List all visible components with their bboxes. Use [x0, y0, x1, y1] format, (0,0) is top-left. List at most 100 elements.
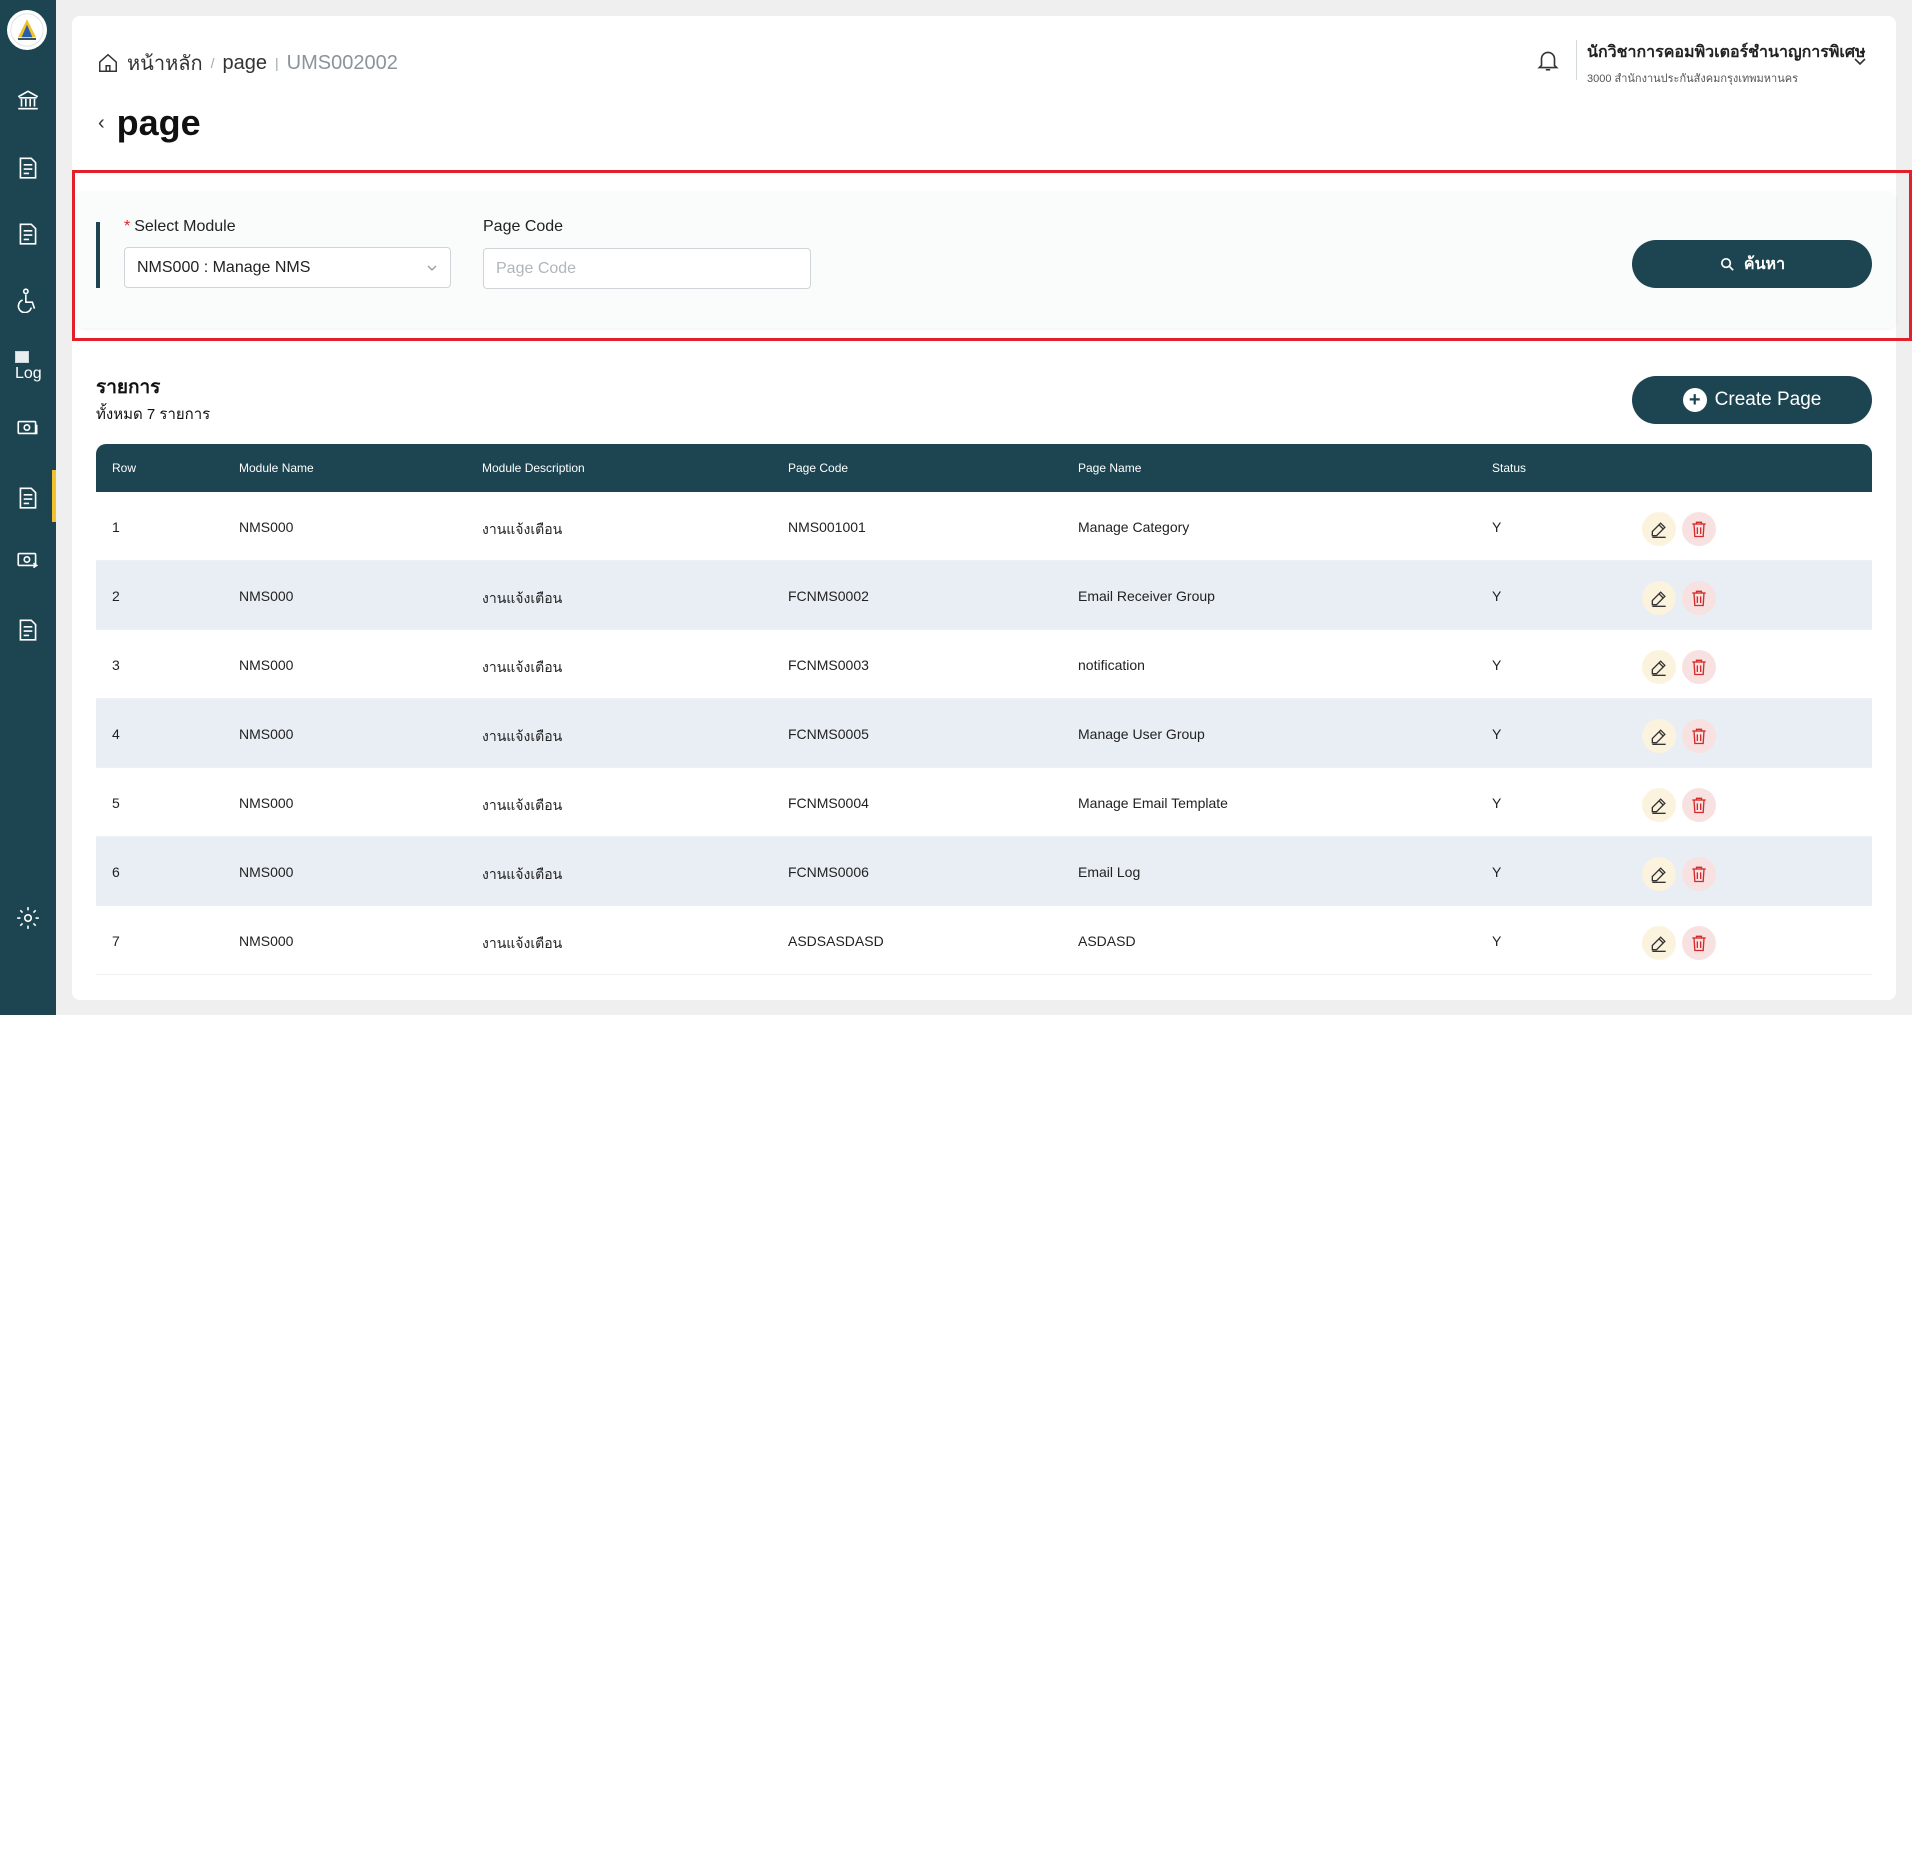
cell-page-code: NMS001001: [788, 519, 866, 535]
delete-button[interactable]: [1682, 857, 1716, 891]
cell-status: Y: [1492, 726, 1502, 742]
cell-module-description: งานแจ้งเตือน: [482, 728, 563, 744]
logo-icon[interactable]: [7, 10, 47, 50]
cell-page-name: Manage Email Template: [1078, 795, 1228, 811]
header-page-code: Page Code: [788, 461, 849, 475]
cell-row: 7: [112, 933, 120, 949]
cell-page-code: ASDSASDASD: [788, 933, 884, 949]
document-icon[interactable]: [14, 616, 42, 644]
header-row: Row: [112, 461, 137, 475]
cell-status: Y: [1492, 588, 1502, 604]
sidebar: Log: [0, 0, 56, 1015]
cell-row: 2: [112, 588, 120, 604]
delete-button[interactable]: [1682, 788, 1716, 822]
header-status: Status: [1492, 461, 1527, 475]
cell-page-name: Email Receiver Group: [1078, 588, 1215, 604]
cell-module-name: NMS000: [239, 726, 294, 742]
table-row: 2 NMS000 งานแจ้งเตือน FCNMS0002 Email Re…: [96, 561, 1872, 630]
edit-button[interactable]: [1642, 581, 1676, 615]
money-return-icon[interactable]: [14, 546, 42, 574]
breadcrumb-section[interactable]: page: [223, 52, 268, 75]
bank-icon[interactable]: [14, 86, 42, 114]
delete-button[interactable]: [1682, 650, 1716, 684]
table-row: 1 NMS000 งานแจ้งเตือน NMS001001 Manage C…: [96, 492, 1872, 561]
cell-module-description: งานแจ้งเตือน: [482, 797, 563, 813]
cell-module-name: NMS000: [239, 795, 294, 811]
edit-button[interactable]: [1642, 512, 1676, 546]
cell-page-code: FCNMS0004: [788, 795, 869, 811]
cell-page-code: FCNMS0003: [788, 657, 869, 673]
edit-button[interactable]: [1642, 650, 1676, 684]
page-header: ‹ page: [98, 102, 201, 144]
cell-module-name: NMS000: [239, 864, 294, 880]
highlight-box: [72, 170, 1912, 341]
pages-table: Row Module Name Module Description Page …: [96, 444, 1872, 975]
cell-page-code: FCNMS0002: [788, 588, 869, 604]
home-icon[interactable]: [97, 52, 119, 74]
broken-image: Log: [15, 351, 43, 389]
back-icon[interactable]: ‹: [98, 112, 105, 135]
cell-page-name: notification: [1078, 657, 1145, 673]
cell-status: Y: [1492, 657, 1502, 673]
edit-button[interactable]: [1642, 788, 1676, 822]
cell-page-name: Email Log: [1078, 864, 1141, 880]
cell-module-description: งานแจ้งเตือน: [482, 866, 563, 882]
cell-status: Y: [1492, 519, 1502, 535]
cell-page-name: Manage User Group: [1078, 726, 1205, 742]
bell-icon[interactable]: [1535, 47, 1561, 73]
breadcrumb-home[interactable]: หน้าหลัก: [127, 47, 203, 79]
table-header: Row Module Name Module Description Page …: [96, 444, 1872, 492]
cell-module-name: NMS000: [239, 519, 294, 535]
list-title: รายการ: [96, 377, 161, 398]
user-name: นักวิชาการคอมพิวเตอร์ชำนาญการพิเศษ: [1587, 44, 1866, 61]
table-row: 7 NMS000 งานแจ้งเตือน ASDSASDASD ASDASD …: [96, 906, 1872, 975]
trash-icon: [1692, 728, 1706, 745]
cell-row: 1: [112, 519, 120, 535]
gear-icon[interactable]: [14, 904, 42, 932]
header-module-name: Module Name: [239, 461, 314, 475]
accessibility-icon[interactable]: [14, 286, 42, 314]
plus-icon: +: [1682, 388, 1707, 412]
cell-module-description: งานแจ้งเตือน: [482, 521, 563, 537]
cell-row: 5: [112, 795, 120, 811]
delete-button[interactable]: [1682, 581, 1716, 615]
pencil-icon: [1651, 522, 1666, 538]
cell-status: Y: [1492, 864, 1502, 880]
trash-icon: [1692, 866, 1706, 883]
app-shell: Log หน้าหลัก / page | UMS002002 ‹ page น…: [0, 0, 1912, 1015]
broken-image-alt: Log: [15, 365, 42, 382]
delete-button[interactable]: [1682, 719, 1716, 753]
document-icon[interactable]: [14, 220, 42, 248]
edit-button[interactable]: [1642, 719, 1676, 753]
cell-module-description: งานแจ้งเตือน: [482, 590, 563, 606]
trash-icon: [1692, 521, 1706, 538]
money-refresh-icon[interactable]: [14, 414, 42, 442]
edit-button[interactable]: [1642, 857, 1676, 891]
edit-button[interactable]: [1642, 926, 1676, 960]
cell-module-name: NMS000: [239, 933, 294, 949]
document-icon[interactable]: [14, 154, 42, 182]
chevron-down-icon[interactable]: [1852, 53, 1868, 69]
pencil-icon: [1651, 936, 1666, 952]
cell-page-name: Manage Category: [1078, 519, 1190, 535]
user-menu[interactable]: นักวิชาการคอมพิวเตอร์ชำนาญการพิเศษ 3000 …: [1576, 40, 1866, 85]
active-indicator: [52, 470, 56, 522]
create-page-label: Create Page: [1714, 389, 1822, 410]
create-page-button[interactable]: + Create Page: [1632, 376, 1872, 424]
cell-module-name: NMS000: [239, 657, 294, 673]
list-count: ทั้งหมด 7 รายการ: [96, 406, 211, 423]
trash-icon: [1692, 935, 1706, 952]
header-module-description: Module Description: [482, 461, 585, 475]
cell-page-name: ASDASD: [1078, 933, 1136, 949]
cell-page-code: FCNMS0006: [788, 864, 869, 880]
breadcrumb-code: UMS002002: [286, 51, 398, 74]
table-row: 4 NMS000 งานแจ้งเตือน FCNMS0005 Manage U…: [96, 699, 1872, 768]
cell-row: 3: [112, 657, 120, 673]
pencil-icon: [1651, 660, 1666, 676]
document-icon[interactable]: [14, 484, 42, 512]
delete-button[interactable]: [1682, 512, 1716, 546]
delete-button[interactable]: [1682, 926, 1716, 960]
header-page-name: Page Name: [1078, 461, 1142, 475]
trash-icon: [1692, 659, 1706, 676]
cell-row: 4: [112, 726, 120, 742]
